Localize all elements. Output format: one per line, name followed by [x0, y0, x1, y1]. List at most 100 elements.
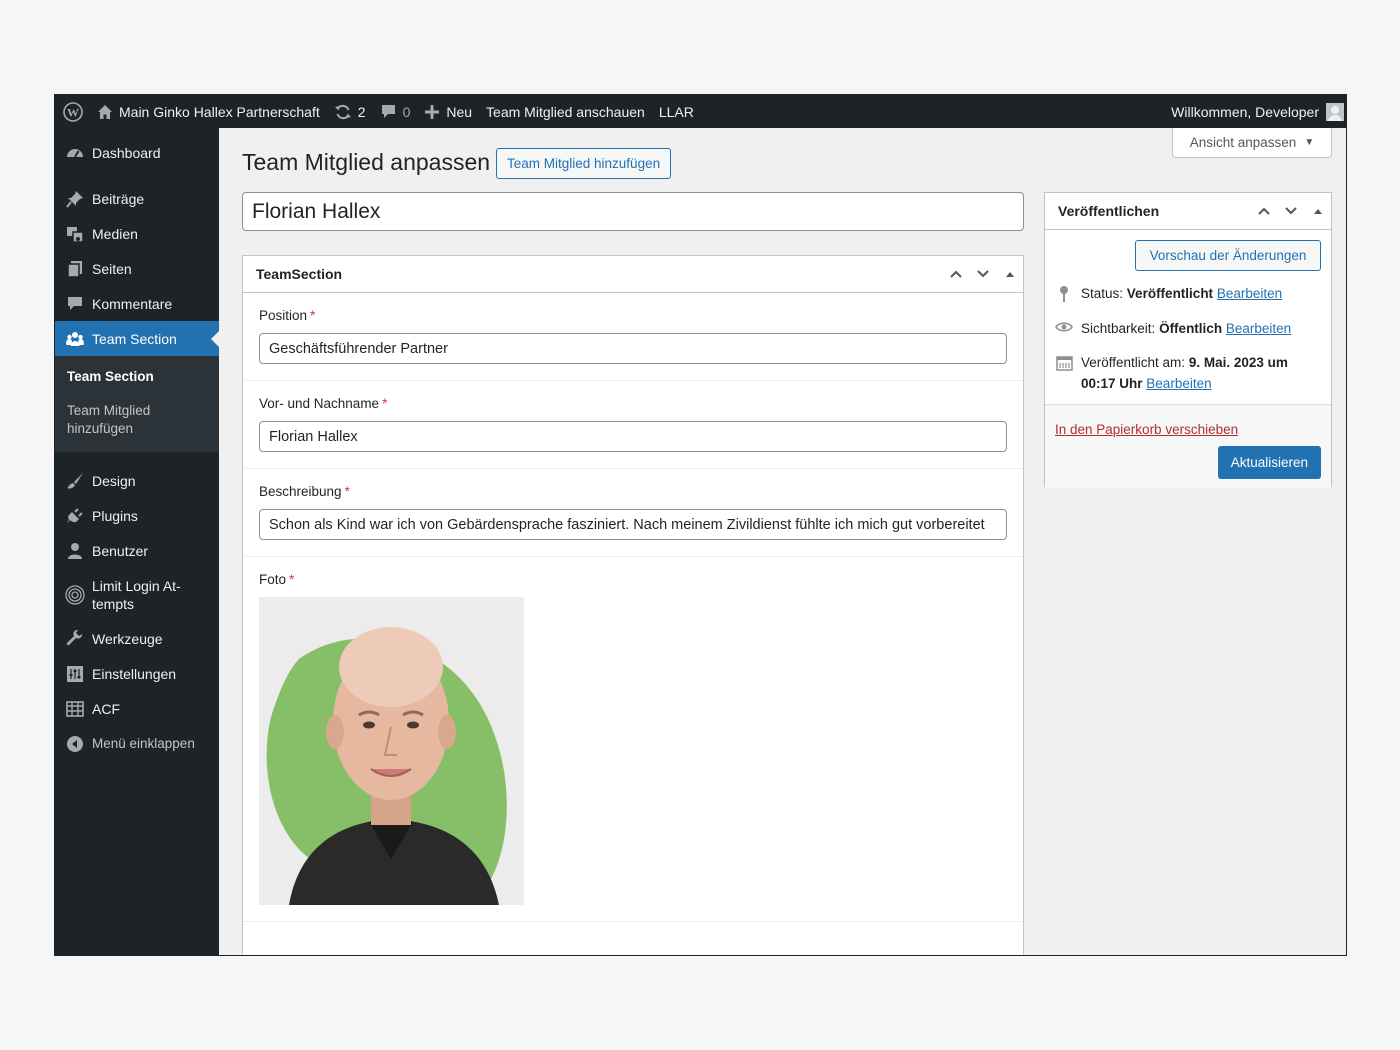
brush-icon: [65, 471, 85, 491]
publish-box-body: Vorschau der Änderungen Status: Veröffen…: [1045, 230, 1331, 394]
submenu-item-team-section[interactable]: Team Section: [55, 362, 219, 392]
collapse-arrow-icon: [65, 734, 85, 754]
field-description-label: Beschreibung *: [259, 484, 350, 499]
add-team-member-button[interactable]: Team Mitglied hinzufügen: [496, 148, 672, 179]
edit-status-link[interactable]: Bearbeiten: [1217, 286, 1282, 301]
pages-icon: [65, 259, 85, 279]
sidebar-item-label: Beiträge: [92, 190, 145, 207]
submenu-item-add-team-member[interactable]: Team Mitglied hinzufügen: [55, 392, 219, 444]
updates-link[interactable]: 2: [327, 95, 373, 128]
media-icon: [65, 224, 85, 244]
user-icon: [65, 541, 85, 561]
my-account[interactable]: Willkommen, Developer: [1171, 95, 1346, 128]
sidebar-item-label: ACF: [92, 700, 120, 717]
field-description: Beschreibung * Schon als Kind war ich von…: [243, 469, 1023, 557]
position-input[interactable]: Geschäftsführender Partner: [259, 333, 1007, 364]
wrench-icon: [65, 629, 85, 649]
comments-link[interactable]: 0: [373, 95, 418, 128]
team-section-submenu: Team Section Team Mitglied hinzufügen: [55, 356, 219, 452]
name-input[interactable]: Florian Hallex: [259, 421, 1007, 452]
sidebar-item-label: Werkzeuge: [92, 630, 163, 647]
new-content-link[interactable]: Neu: [417, 95, 479, 128]
wordpress-logo-icon[interactable]: W: [55, 95, 90, 128]
sidebar-item-label: Medien: [92, 225, 138, 242]
sidebar-item-limit-login[interactable]: Limit Login At-tempts: [55, 568, 219, 621]
profile-photo[interactable]: [259, 597, 524, 905]
eye-icon: [1055, 320, 1073, 334]
acf-box-header: TeamSection: [243, 256, 1023, 293]
status-row: Status: Veröffentlicht Bearbeiten: [1055, 283, 1321, 304]
comment-icon: [65, 294, 85, 314]
sidebar-item-posts[interactable]: Beiträge: [55, 181, 219, 216]
llar-link[interactable]: LLAR: [652, 95, 701, 128]
sidebar-item-label: Benutzer: [92, 542, 149, 559]
avatar: [1326, 102, 1344, 121]
collapse-menu-button[interactable]: Menü einklappen: [55, 726, 219, 761]
sidebar-item-design[interactable]: Design: [55, 463, 219, 498]
grid-icon: [65, 699, 85, 719]
visibility-value: Öffentlich: [1159, 321, 1223, 336]
sidebar-item-users[interactable]: Benutzer: [55, 533, 219, 568]
calendar-icon: [1055, 354, 1073, 371]
sidebar-item-label: Dashboard: [92, 144, 161, 161]
view-team-member-link[interactable]: Team Mitglied anschauen: [479, 95, 652, 128]
chevron-up-icon[interactable]: [1250, 193, 1277, 229]
required-mark: *: [382, 396, 388, 411]
comment-icon: [380, 103, 397, 120]
publish-box-header: Veröffentlichen: [1045, 193, 1331, 230]
sidebar-item-plugins[interactable]: Plugins: [55, 498, 219, 533]
site-name-link[interactable]: Main Ginko Hallex Partnerschaft: [90, 95, 327, 128]
sidebar-item-label: Kommentare: [92, 295, 173, 312]
sidebar-item-label: Plugins: [92, 507, 138, 524]
acf-box-handles: [942, 256, 1023, 292]
svg-text:W: W: [67, 105, 79, 119]
plus-icon: [424, 104, 440, 120]
edit-visibility-link[interactable]: Bearbeiten: [1226, 321, 1291, 336]
screen-options-button[interactable]: Ansicht anpassen ▼: [1172, 128, 1332, 158]
sidebar-item-tools[interactable]: Werkzeuge: [55, 621, 219, 656]
required-mark: *: [310, 308, 316, 323]
sidebar-item-label: Limit Login At-tempts: [92, 577, 181, 612]
edit-date-link[interactable]: Bearbeiten: [1146, 376, 1211, 391]
sidebar-item-settings[interactable]: Einstellungen: [55, 656, 219, 691]
comments-count: 0: [402, 103, 411, 120]
required-mark: *: [344, 484, 350, 499]
greeting: Willkommen, Developer: [1171, 103, 1319, 120]
description-input[interactable]: Schon als Kind war ich von Gebärdensprac…: [259, 509, 1007, 540]
sidebar-item-pages[interactable]: Seiten: [55, 251, 219, 286]
visibility-row: Sichtbarkeit: Öffentlich Bearbeiten: [1055, 318, 1321, 339]
page-title: Team Mitglied anpassen: [242, 149, 491, 175]
field-position: Position * Geschäftsführender Partner: [243, 293, 1023, 381]
post-title-input[interactable]: Florian Hallex: [242, 192, 1024, 231]
toggle-triangle-icon[interactable]: [1304, 193, 1331, 229]
chevron-down-icon[interactable]: [969, 256, 996, 292]
updates-count: 2: [357, 103, 366, 120]
home-icon: [97, 104, 113, 120]
sidebar-item-acf[interactable]: ACF: [55, 691, 219, 726]
pin-icon: [1055, 285, 1073, 303]
sidebar-item-media[interactable]: Medien: [55, 216, 219, 251]
dashboard-icon: [65, 143, 85, 163]
status-text: Status: Veröffentlicht Bearbeiten: [1081, 286, 1283, 301]
admin-sidebar: Dashboard Beiträge Medien Seiten Komment…: [55, 128, 219, 955]
field-name-label: Vor- und Nachname *: [259, 396, 388, 411]
published-label: Veröffentlicht am:: [1081, 355, 1186, 370]
toggle-triangle-icon[interactable]: [996, 256, 1023, 292]
plugin-icon: [65, 506, 85, 526]
update-button[interactable]: Aktualisieren: [1217, 446, 1321, 479]
publish-box-handles: [1250, 193, 1331, 229]
chevron-down-icon[interactable]: [1277, 193, 1304, 229]
sidebar-item-team-section[interactable]: Team Section: [55, 321, 219, 356]
sidebar-item-comments[interactable]: Kommentare: [55, 286, 219, 321]
status-value: Veröffentlicht: [1126, 286, 1214, 301]
move-to-trash-link[interactable]: In den Papierkorb verschieben: [1055, 422, 1238, 437]
preview-changes-button[interactable]: Vorschau der Änderungen: [1135, 240, 1321, 271]
new-label: Neu: [446, 103, 473, 120]
fingerprint-icon: [65, 584, 85, 605]
collapse-menu-label: Menü einklappen: [92, 736, 195, 751]
caret-down-icon: ▼: [1304, 137, 1315, 148]
field-name: Vor- und Nachname * Florian Hallex: [243, 381, 1023, 469]
sidebar-item-dashboard[interactable]: Dashboard: [55, 135, 219, 170]
screen-options-label: Ansicht anpassen: [1189, 135, 1297, 150]
chevron-up-icon[interactable]: [942, 256, 969, 292]
